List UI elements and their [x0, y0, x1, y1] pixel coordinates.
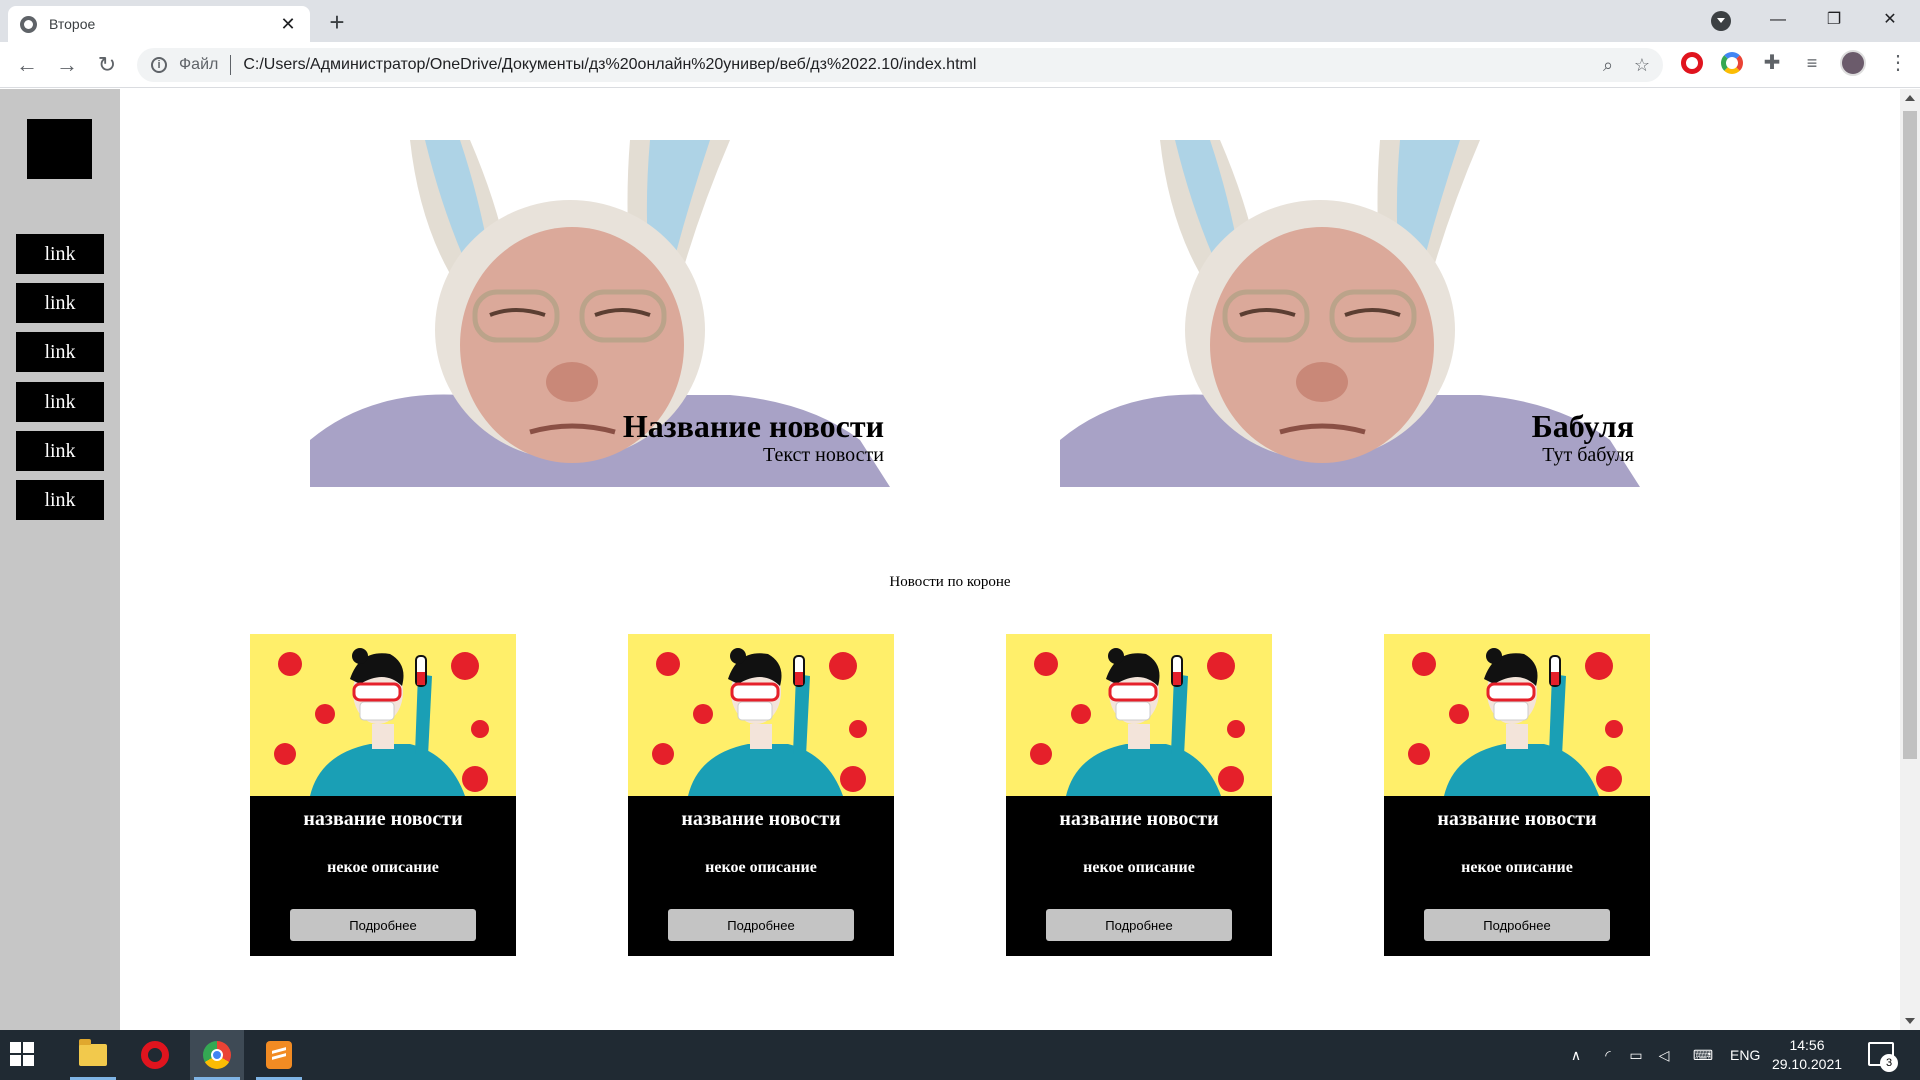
- volume-icon[interactable]: ◁: [1654, 1046, 1674, 1064]
- folder-icon: [79, 1039, 107, 1066]
- sidebar-link-6[interactable]: link: [16, 480, 104, 520]
- more-button[interactable]: Подробнее: [1046, 909, 1232, 941]
- url-text[interactable]: C:/Users/Администратор/OneDrive/Документ…: [243, 56, 976, 74]
- taskbar-opera[interactable]: [128, 1030, 182, 1080]
- chrome-icon: [203, 1041, 231, 1069]
- info-icon[interactable]: i: [151, 57, 167, 73]
- zoom-icon[interactable]: ⌕: [1597, 54, 1619, 76]
- hero-text: Текст новости: [763, 444, 884, 466]
- extensions-puzzle-icon[interactable]: ✚: [1761, 52, 1783, 74]
- card-title: название новости: [303, 808, 463, 830]
- wifi-icon[interactable]: ◜: [1598, 1046, 1618, 1064]
- card-title: название новости: [1437, 808, 1597, 830]
- news-card-2: название новости некое описание Подробне…: [628, 634, 894, 956]
- address-bar[interactable]: i Файл C:/Users/Администратор/OneDrive/Д…: [137, 48, 1663, 82]
- hero-title: Название новости: [622, 408, 884, 444]
- scroll-down-arrow-icon[interactable]: [1905, 1018, 1915, 1024]
- new-tab-button[interactable]: +: [322, 8, 352, 38]
- tab-search-icon[interactable]: [1711, 11, 1731, 31]
- hero-caption-1: Название новости Текст новости: [623, 409, 884, 467]
- restore-button[interactable]: ❐: [1816, 4, 1852, 36]
- browser-menu-icon[interactable]: ⋮: [1888, 52, 1908, 74]
- card-title: название новости: [681, 808, 841, 830]
- taskbar: ∧ ◜ ▭ ◁ ⌨ ENG 14:56 29.10.2021 3: [0, 1030, 1920, 1080]
- c-extension-icon[interactable]: [1721, 52, 1743, 74]
- browser-tab[interactable]: Второе ✕: [8, 6, 310, 42]
- minimize-button[interactable]: —: [1760, 4, 1796, 36]
- clock-time: 14:56: [1789, 1037, 1825, 1053]
- news-card-3: название новости некое описание Подробне…: [1006, 634, 1272, 956]
- address-separator: [230, 55, 232, 75]
- forward-arrow-icon[interactable]: →: [52, 50, 82, 80]
- bookmark-star-icon[interactable]: ☆: [1631, 54, 1653, 76]
- hero-text: Тут бабуля: [1542, 444, 1634, 466]
- sidebar: link link link link link link: [0, 89, 120, 1030]
- keyboard-icon[interactable]: ⌨: [1688, 1046, 1718, 1064]
- covid-illustration: [1384, 634, 1650, 796]
- covid-illustration: [628, 634, 894, 796]
- covid-illustration: [1006, 634, 1272, 796]
- hero-news-1: Название новости Текст новости: [310, 140, 890, 487]
- more-button[interactable]: Подробнее: [290, 909, 476, 941]
- back-arrow-icon[interactable]: ←: [12, 50, 42, 80]
- page-viewport: link link link link link link Название н…: [0, 89, 1900, 1030]
- taskbar-chrome[interactable]: [190, 1030, 244, 1080]
- hero-caption-2: Бабуля Тут бабуля: [1532, 409, 1634, 467]
- tray-chevron-up-icon[interactable]: ∧: [1566, 1046, 1586, 1064]
- taskbar-sublime[interactable]: [252, 1030, 306, 1080]
- page-scrollbar[interactable]: [1900, 89, 1920, 1030]
- section-title: Новости по короне: [889, 574, 1011, 590]
- media-control-icon[interactable]: ≡: [1801, 52, 1823, 74]
- news-card-4: название новости некое описание Подробне…: [1384, 634, 1650, 956]
- more-button[interactable]: Подробнее: [668, 909, 854, 941]
- sublime-text-icon: [266, 1041, 292, 1069]
- sidebar-link-4[interactable]: link: [16, 382, 104, 422]
- notification-count-badge: 3: [1880, 1054, 1898, 1072]
- reload-icon[interactable]: ↻: [92, 50, 122, 80]
- sidebar-link-3[interactable]: link: [16, 332, 104, 372]
- opera-icon: [141, 1041, 169, 1069]
- sidebar-link-2[interactable]: link: [16, 283, 104, 323]
- news-card-1: название новости некое описание Подробне…: [250, 634, 516, 956]
- card-title: название новости: [1059, 808, 1219, 830]
- card-description: некое описание: [1461, 859, 1573, 876]
- hero-title: Бабуля: [1531, 408, 1634, 444]
- browser-tab-bar: Второе ✕ + — ❐ ✕: [0, 0, 1920, 42]
- more-button[interactable]: Подробнее: [1424, 909, 1610, 941]
- card-description: некое описание: [705, 859, 817, 876]
- windows-start-icon[interactable]: [10, 1042, 34, 1066]
- logo: [27, 119, 92, 179]
- sidebar-link-1[interactable]: link: [16, 234, 104, 274]
- clock-date: 29.10.2021: [1771, 1056, 1843, 1072]
- scroll-thumb[interactable]: [1903, 111, 1917, 759]
- opera-extension-icon[interactable]: [1681, 52, 1703, 74]
- close-window-button[interactable]: ✕: [1872, 4, 1908, 36]
- globe-icon: [20, 15, 37, 33]
- address-prefix: Файл: [179, 56, 219, 73]
- browser-toolbar: ← → ↻ i Файл C:/Users/Администратор/OneD…: [0, 42, 1920, 88]
- close-tab-icon[interactable]: ✕: [278, 14, 298, 35]
- battery-icon[interactable]: ▭: [1626, 1046, 1646, 1064]
- sidebar-link-5[interactable]: link: [16, 431, 104, 471]
- language-indicator[interactable]: ENG: [1730, 1030, 1760, 1080]
- taskbar-file-explorer[interactable]: [66, 1030, 120, 1080]
- hero-news-2: Бабуля Тут бабуля: [1060, 140, 1640, 487]
- card-description: некое описание: [327, 859, 439, 876]
- clock[interactable]: 14:56 29.10.2021: [1767, 1036, 1847, 1074]
- tab-title: Второе: [49, 16, 96, 32]
- card-description: некое описание: [1083, 859, 1195, 876]
- profile-avatar[interactable]: [1840, 50, 1866, 76]
- covid-illustration: [250, 634, 516, 796]
- scroll-up-arrow-icon[interactable]: [1905, 95, 1915, 101]
